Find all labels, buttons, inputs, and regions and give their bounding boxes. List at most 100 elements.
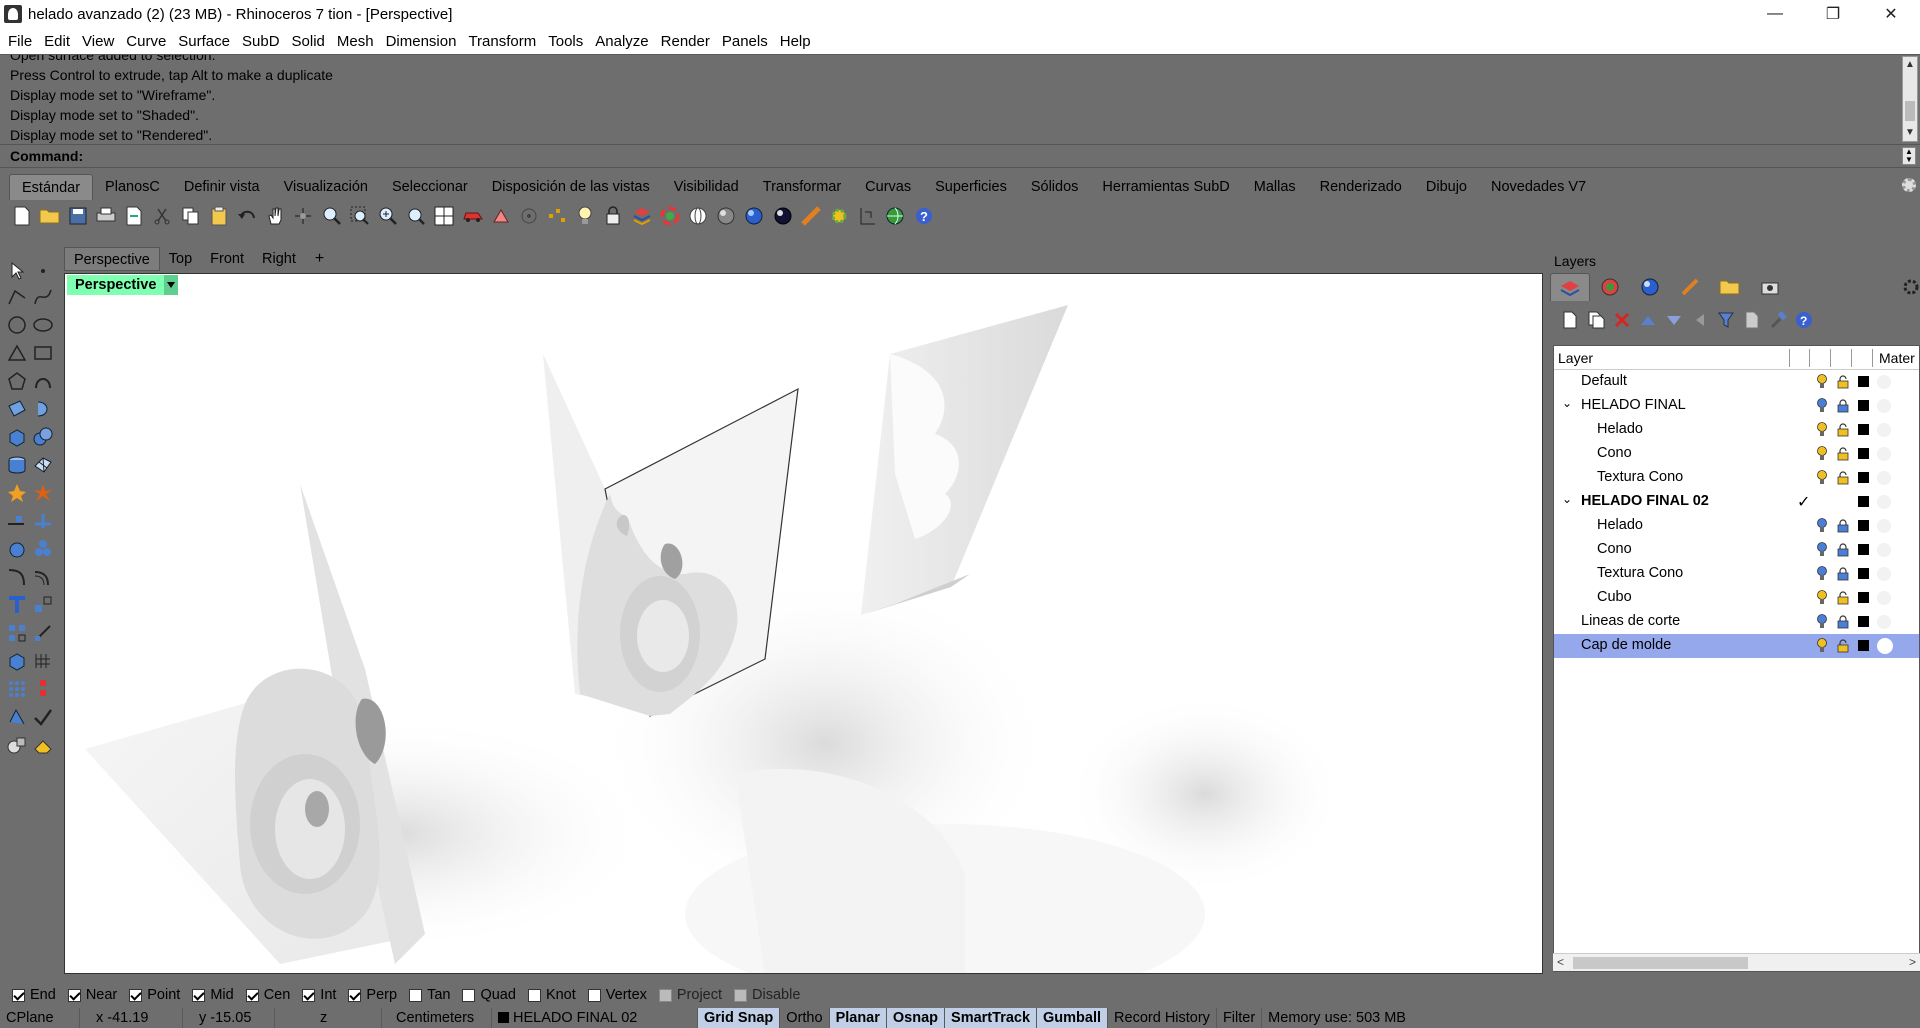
layer-color-swatch[interactable] [1858,568,1869,579]
zoom-window-icon[interactable] [348,205,371,228]
control-points-icon[interactable] [32,678,54,700]
scroll-left-icon[interactable]: < [1557,955,1564,969]
hatch-icon[interactable] [32,510,54,532]
rendering-tab-icon[interactable] [1630,273,1670,301]
move-layer-down-icon[interactable] [1664,310,1684,330]
tab-disposicion[interactable]: Disposición de las vistas [480,174,662,200]
layer-name[interactable]: Cap de molde [1581,637,1671,653]
lock-icon[interactable] [1837,543,1849,557]
status-units[interactable]: Centimeters [382,1008,492,1028]
scale-icon[interactable] [32,622,54,644]
lock-icon[interactable] [1837,519,1849,533]
perspective-viewport[interactable]: Perspective [64,273,1543,974]
named-views-tab-icon[interactable] [1750,273,1790,301]
box-solid-icon[interactable] [6,426,28,448]
osnap-project[interactable]: Project [658,987,722,1003]
new-file-icon[interactable] [10,205,33,228]
toggle-grid-snap[interactable]: Grid Snap [698,1008,781,1028]
ellipse-icon[interactable] [32,314,54,336]
layer-row[interactable]: Textura Cono [1554,466,1919,490]
osnap-disable[interactable]: Disable [734,987,800,1003]
menu-tools[interactable]: Tools [542,33,589,50]
layer-material-icon[interactable] [1877,471,1891,485]
layer-color-swatch[interactable] [1858,424,1869,435]
layer-material-icon[interactable] [1877,519,1891,533]
visibility-bulb-icon[interactable] [1817,614,1827,629]
layer-color-swatch[interactable] [1858,376,1869,387]
check-icon[interactable] [32,706,54,728]
layer-name[interactable]: Cono [1597,541,1632,557]
layer-color-swatch[interactable] [1858,400,1869,411]
freeform-icon[interactable] [32,370,54,392]
layer-name[interactable]: Lineas de corte [1581,613,1680,629]
layer-row[interactable]: Cono [1554,442,1919,466]
layer-row[interactable]: Cono [1554,538,1919,562]
lock-icon[interactable] [1837,615,1849,629]
move-layer-parent-icon[interactable] [1690,310,1710,330]
surface-icon[interactable] [6,398,28,420]
layer-color-swatch[interactable] [1858,616,1869,627]
layer-row[interactable]: ⌄ HELADO FINAL [1554,394,1919,418]
osnap-checkbox[interactable] [658,988,672,1002]
arc-icon[interactable] [6,342,28,364]
open-file-icon[interactable] [38,205,61,228]
layer-name[interactable]: Helado [1597,421,1643,437]
toolbar-gear-icon[interactable] [1902,178,1916,192]
osnap-checkbox[interactable] [734,988,748,1002]
osnap-checkbox[interactable] [245,988,259,1002]
filter-layers-icon[interactable] [1716,310,1736,330]
menu-edit[interactable]: Edit [38,33,76,50]
undo-icon[interactable] [236,205,259,228]
pan-hand-icon[interactable] [264,205,287,228]
toggle-record-history[interactable]: Record History [1108,1008,1217,1028]
menu-curve[interactable]: Curve [120,33,172,50]
osnap-checkbox[interactable] [12,988,25,1002]
osnap-end[interactable]: End [12,987,56,1003]
menu-panels[interactable]: Panels [716,33,774,50]
tab-seleccionar[interactable]: Seleccionar [380,174,480,200]
layer-material-icon[interactable] [1877,375,1891,389]
tab-dibujo[interactable]: Dibujo [1414,174,1479,200]
osnap-checkbox[interactable] [67,988,81,1002]
display-tab-icon[interactable] [1670,273,1710,301]
toggle-gumball[interactable]: Gumball [1037,1008,1109,1028]
tab-renderizado[interactable]: Renderizado [1308,174,1414,200]
viewtab-top[interactable]: Top [160,247,201,271]
visibility-bulb-icon[interactable] [1817,566,1827,581]
layer-material-icon[interactable] [1877,399,1891,413]
visibility-bulb-icon[interactable] [1817,590,1827,605]
eraser-icon[interactable] [32,734,54,756]
render-light-icon[interactable] [6,482,28,504]
layer-row[interactable]: Cap de molde [1554,634,1919,658]
layer-material-icon[interactable] [1877,638,1893,654]
scroll-thumb[interactable] [1905,101,1915,121]
toggle-smarttrack[interactable]: SmartTrack [945,1008,1038,1028]
minimize-button[interactable]: — [1746,0,1804,28]
viewtab-front[interactable]: Front [201,247,253,271]
layer-row[interactable]: Cubo [1554,586,1919,610]
color-wheel-icon[interactable] [658,205,681,228]
osnap-checkbox[interactable] [462,988,476,1002]
display-wireframe-icon[interactable] [687,205,710,228]
layer-edit-icon[interactable] [630,205,653,228]
osnap-checkbox[interactable] [409,988,423,1002]
lock-icon[interactable] [1837,399,1849,413]
layer-color-swatch[interactable] [1858,496,1869,507]
delete-layer-icon[interactable] [1612,310,1632,330]
revolve-icon[interactable] [32,398,54,420]
osnap-checkbox[interactable] [527,988,541,1002]
layer-material-icon[interactable] [1877,615,1891,629]
layer-material-icon[interactable] [1877,591,1891,605]
print-icon[interactable] [95,205,118,228]
lock-icon[interactable] [1837,639,1849,653]
menu-analyze[interactable]: Analyze [589,33,654,50]
layers-help-icon[interactable]: ? [1794,310,1814,330]
layer-material-icon[interactable] [1877,423,1891,437]
tab-definir-vista[interactable]: Definir vista [172,174,272,200]
layer-row[interactable]: Helado [1554,514,1919,538]
add-viewport-button[interactable]: + [305,250,334,268]
command-spinner[interactable]: ▲ ▼ [1902,147,1916,165]
cut-icon[interactable] [151,205,174,228]
hscroll-thumb[interactable] [1573,957,1748,969]
visibility-bulb-icon[interactable] [1817,638,1827,653]
